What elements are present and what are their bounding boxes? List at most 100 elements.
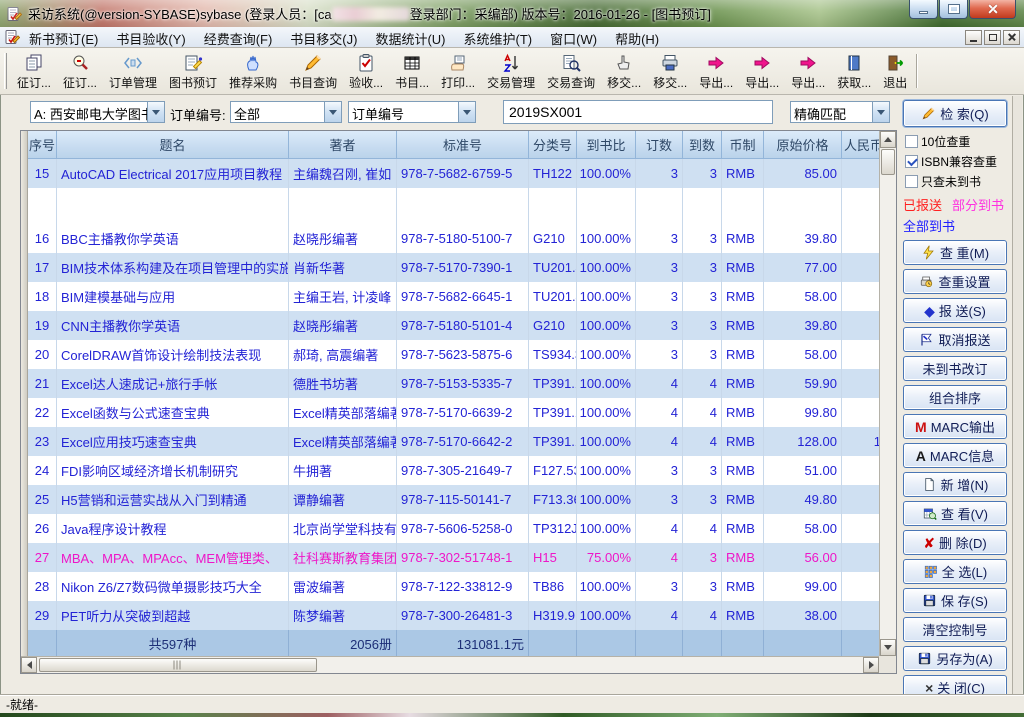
table-row-21[interactable]: 21Excel达人速成记+旅行手帐德胜书坊著978-7-5153-5335-7T… xyxy=(28,369,879,398)
minimize-button[interactable] xyxy=(909,0,938,19)
library-select[interactable]: A: 西安邮电大学图书馆 xyxy=(30,101,165,123)
marc-output-button[interactable]: MMARC输出 xyxy=(903,414,1007,439)
menu-item-new-book-order[interactable]: 新书预订(E) xyxy=(20,27,107,47)
column-header-rmb[interactable]: 人民币 xyxy=(842,131,879,159)
table-row-19[interactable]: 19CNN主播教你学英语赵晓彤编著978-7-5180-5101-4G21010… xyxy=(28,311,879,340)
dedup-settings-button[interactable]: 查重设置 xyxy=(903,269,1007,294)
table-row-17[interactable]: 17BIM技术体系构建及在项目管理中的实施肖新华著978-7-5170-7390… xyxy=(28,253,879,282)
toolbar-button-export-1[interactable]: 导出... xyxy=(693,50,739,92)
scroll-down-button[interactable] xyxy=(880,639,896,656)
mdi-minimize-button[interactable] xyxy=(965,30,982,45)
not-arrived-reorder-button[interactable]: 未到书改订 xyxy=(903,356,1007,381)
marc-info-button[interactable]: AMARC信息 xyxy=(903,443,1007,468)
toolbar-button-print[interactable]: 打印... xyxy=(435,50,481,92)
cell-price: 51.00 xyxy=(764,456,842,485)
vertical-scrollbar[interactable] xyxy=(879,131,896,656)
clear-control-no-button[interactable]: 清空控制号 xyxy=(903,617,1007,642)
table-row-28[interactable]: 28Nikon Z6/Z7数码微单摄影技巧大全雷波编著978-7-122-338… xyxy=(28,572,879,601)
horizontal-scrollbar[interactable] xyxy=(21,656,879,673)
maximize-button[interactable] xyxy=(939,0,968,19)
toolbar-button-solicit-1[interactable]: 征订... xyxy=(11,50,57,92)
toolbar-button-book-reserve[interactable]: 图书预订 xyxy=(163,50,223,92)
chevron-down-icon[interactable] xyxy=(458,102,475,122)
table-row-20[interactable]: 20CorelDRAW首饰设计绘制技法表现郝琦, 高震编著978-7-5623-… xyxy=(28,340,879,369)
mdi-close-button[interactable] xyxy=(1003,30,1020,45)
column-header-currency[interactable]: 币制 xyxy=(722,131,764,159)
toolbar-button-export-3[interactable]: 导出... xyxy=(785,50,831,92)
chevron-down-icon[interactable] xyxy=(147,102,164,122)
table-row-27[interactable]: 27MBA、MPA、MPAcc、MEM管理类、社科赛斯教育集团978-7-302… xyxy=(28,543,879,572)
chevron-down-icon[interactable] xyxy=(872,102,889,122)
table-row-24[interactable]: 24FDI影响区域经济增长机制研究牛拥著978-7-305-21649-7F12… xyxy=(28,456,879,485)
toolbar-button-transfer-2[interactable]: 移交... xyxy=(647,50,693,92)
menu-item-bib-acceptance[interactable]: 书目验收(Y) xyxy=(107,27,194,47)
menu-item-system-maintenance[interactable]: 系统维护(T) xyxy=(455,27,542,47)
column-header-ratio[interactable]: 到书比 xyxy=(577,131,636,159)
table-row-22[interactable]: 22Excel函数与公式速查宝典Excel精英部落编著978-7-5170-66… xyxy=(28,398,879,427)
menu-item-fund-query[interactable]: 经费查询(F) xyxy=(195,27,282,47)
right-scroll-strip[interactable] xyxy=(1012,96,1022,695)
combo-sort-button[interactable]: 组合排序 xyxy=(903,385,1007,410)
table-row-25[interactable]: 25H5营销和运营实战从入门到精通谭静编著978-7-115-50141-7F7… xyxy=(28,485,879,514)
order-number-input[interactable] xyxy=(503,100,773,124)
cancel-submit-button[interactable]: 取消报送 xyxy=(903,327,1007,352)
column-header-price[interactable]: 原始价格 xyxy=(764,131,842,159)
scope-select[interactable]: 全部 xyxy=(230,101,342,123)
checked-checkbox-icon[interactable] xyxy=(905,155,918,168)
dedup-check-button[interactable]: 查 重(M) xyxy=(903,240,1007,265)
delete-button[interactable]: ✘删 除(D) xyxy=(903,530,1007,555)
table-row-29[interactable]: 29PET听力从突破到超越陈梦编著978-7-300-26481-3H319.9… xyxy=(28,601,879,630)
isbn-compat-dedup-checkbox[interactable]: ISBN兼容查重 xyxy=(905,153,1007,170)
menu-item-data-statistics[interactable]: 数据统计(U) xyxy=(366,27,454,47)
scroll-left-button[interactable] xyxy=(21,657,37,673)
select-all-button[interactable]: 全 选(L) xyxy=(903,559,1007,584)
table-row-23[interactable]: 23Excel应用技巧速查宝典Excel精英部落编著978-7-5170-664… xyxy=(28,427,879,456)
save-as-button[interactable]: 另存为(A) xyxy=(903,646,1007,671)
vertical-scroll-thumb[interactable] xyxy=(881,149,895,175)
ten-digit-dedup-checkbox[interactable]: 10位查重 xyxy=(905,133,1007,150)
toolbar-button-bibliography[interactable]: 书目... xyxy=(389,50,435,92)
field-select[interactable]: 订单编号 xyxy=(348,101,476,123)
toolbar-button-recommend-purchase[interactable]: 推荐采购 xyxy=(223,50,283,92)
column-header-author[interactable]: 著者 xyxy=(289,131,397,159)
match-select[interactable]: 精确匹配 xyxy=(790,101,890,123)
view-button[interactable]: 查 看(V) xyxy=(903,501,1007,526)
table-row-16[interactable]: 16BBC主播教你学英语赵晓彤编著978-7-5180-5100-7G21010… xyxy=(28,224,879,253)
menu-item-help-menu[interactable]: 帮助(H) xyxy=(606,27,668,47)
toolbar-button-solicit-2[interactable]: 征订... xyxy=(57,50,103,92)
scroll-right-button[interactable] xyxy=(863,657,879,673)
unchecked-checkbox-icon[interactable] xyxy=(905,175,918,188)
scroll-up-button[interactable] xyxy=(880,131,896,148)
toolbar-button-trade-query[interactable]: 交易查询 xyxy=(541,50,601,92)
toolbar-button-export-2[interactable]: 导出... xyxy=(739,50,785,92)
column-header-title[interactable]: 题名 xyxy=(57,131,289,159)
toolbar-gripper[interactable] xyxy=(4,53,7,89)
mdi-restore-button[interactable] xyxy=(984,30,1001,45)
column-header-seq[interactable]: 序号 xyxy=(28,131,57,159)
toolbar-button-bib-query[interactable]: 书目查询 xyxy=(283,50,343,92)
column-header-order_qty[interactable]: 订数 xyxy=(636,131,683,159)
column-header-arrive_qty[interactable]: 到数 xyxy=(683,131,722,159)
menu-item-window-menu[interactable]: 窗口(W) xyxy=(541,27,606,47)
toolbar-button-trade-manage[interactable]: 交易管理 xyxy=(481,50,541,92)
table-row-18[interactable]: 18BIM建模基础与应用主编王岩, 计凌峰978-7-5682-6645-1TU… xyxy=(28,282,879,311)
toolbar-button-order-manage[interactable]: 订单管理 xyxy=(103,50,163,92)
menu-item-bib-transfer[interactable]: 书目移交(J) xyxy=(281,27,366,47)
column-header-class_no[interactable]: 分类号 xyxy=(529,131,577,159)
toolbar-button-fetch[interactable]: 获取... xyxy=(831,50,877,92)
close-button[interactable] xyxy=(969,0,1016,19)
only-not-arrived-checkbox[interactable]: 只查未到书 xyxy=(905,173,1007,190)
toolbar-button-exit[interactable]: 退出 xyxy=(877,50,913,92)
unchecked-checkbox-icon[interactable] xyxy=(905,135,918,148)
table-row-15[interactable]: 15AutoCAD Electrical 2017应用项目教程主编魏召刚, 崔如… xyxy=(28,159,879,188)
horizontal-scroll-thumb[interactable] xyxy=(39,658,317,672)
submit-button[interactable]: ◆报 送(S) xyxy=(903,298,1007,323)
toolbar-button-acceptance[interactable]: 验收... xyxy=(343,50,389,92)
add-new-button[interactable]: 新 增(N) xyxy=(903,472,1007,497)
search-button[interactable]: 检 索(Q) xyxy=(903,100,1007,127)
table-row-26[interactable]: 26Java程序设计教程北京尚学堂科技有978-7-5606-5258-0TP3… xyxy=(28,514,879,543)
column-header-std_no[interactable]: 标准号 xyxy=(397,131,529,159)
save-button[interactable]: 保 存(S) xyxy=(903,588,1007,613)
chevron-down-icon[interactable] xyxy=(324,102,341,122)
toolbar-button-transfer-1[interactable]: 移交... xyxy=(601,50,647,92)
